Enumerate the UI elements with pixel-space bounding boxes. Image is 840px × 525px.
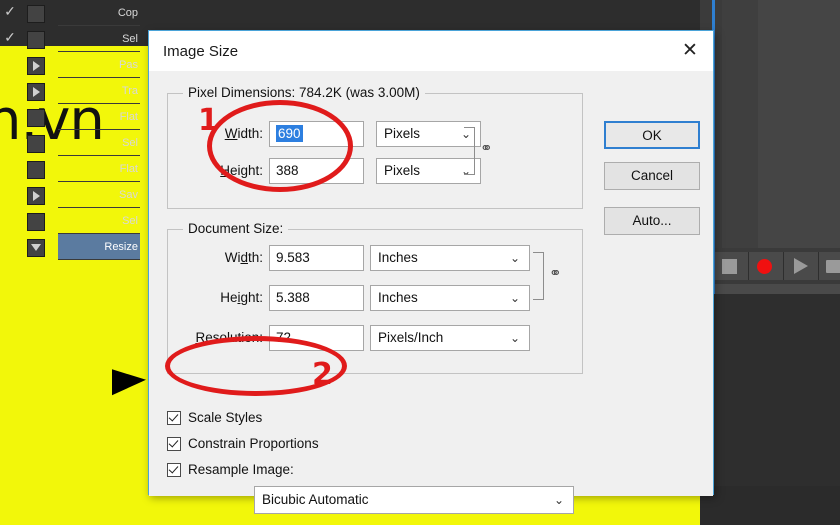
record-button[interactable]	[749, 252, 784, 280]
dialog-title: Image Size	[163, 43, 239, 60]
checkbox-icon	[167, 437, 181, 451]
action-toggle-check-0[interactable]: ✓	[3, 4, 17, 18]
chevron-down-icon: ⌄	[509, 291, 520, 305]
record-icon	[757, 259, 772, 274]
expand-arrow-icon[interactable]	[33, 87, 40, 97]
actions-dialog-column	[722, 0, 758, 260]
resample-image-label: Resample Image:	[188, 462, 294, 477]
scale-styles-label: Scale Styles	[188, 410, 263, 425]
pixel-height-unit-value: Pixels	[384, 163, 421, 178]
action-item-5[interactable]: Sel	[58, 130, 140, 156]
action-item-label: Sav	[119, 189, 138, 201]
action-item-label: Tra	[121, 85, 138, 97]
doc-height-input[interactable]: 5.388	[269, 285, 364, 311]
expand-arrow-icon[interactable]	[33, 191, 40, 201]
bracket-shape	[533, 252, 544, 300]
action-item-label: Cop	[117, 7, 138, 19]
auto-button[interactable]: Auto...	[604, 207, 700, 235]
collapse-arrow-icon[interactable]	[31, 244, 41, 251]
dialog-titlebar: Image Size ✕	[149, 31, 713, 71]
doc-width-unit-select[interactable]: Inches ⌄	[370, 245, 530, 271]
doc-width-input[interactable]: 9.583	[269, 245, 364, 271]
action-item-label: Sel	[122, 33, 138, 45]
stop-icon	[722, 259, 737, 274]
play-button[interactable]	[784, 252, 819, 280]
doc-width-label: Width:	[224, 250, 263, 265]
action-item-4[interactable]: Flat	[58, 104, 140, 130]
checkbox-icon	[167, 411, 181, 425]
annotation-marker-1: 1	[198, 103, 219, 138]
action-item-0[interactable]: Cop	[58, 0, 140, 26]
ok-button[interactable]: OK	[604, 121, 700, 149]
action-item-label: Flat	[119, 111, 138, 123]
action-item-8[interactable]: Sel	[58, 208, 140, 234]
doc-height-label: Height:	[220, 290, 263, 305]
action-dialog-toggle-0[interactable]	[27, 5, 45, 23]
chain-link-icon: ⚭	[480, 140, 493, 157]
action-item-1[interactable]: Sel	[58, 26, 140, 52]
action-item-2[interactable]: Pas	[58, 52, 140, 78]
cancel-button[interactable]: Cancel	[604, 162, 700, 190]
action-item-7[interactable]: Sav	[58, 182, 140, 208]
action-item-label: Sel	[122, 215, 138, 227]
action-item-label: Pas	[119, 59, 138, 71]
action-item-label: Flat	[119, 163, 138, 175]
resample-method-value: Bicubic Automatic	[262, 492, 369, 507]
action-item-6[interactable]: Flat	[58, 156, 140, 182]
chevron-down-icon: ⌄	[553, 493, 564, 507]
doc-height-unit-select[interactable]: Inches ⌄	[370, 285, 530, 311]
annotation-marker-2: 2	[312, 357, 333, 392]
action-dialog-toggle-8[interactable]	[27, 213, 45, 231]
action-dialog-toggle-5[interactable]	[27, 135, 45, 153]
chevron-down-icon: ⌄	[509, 251, 520, 265]
screen: n.vn ✓ ✓ CopSelPasTraFlatSelFlatSavSelRe…	[0, 0, 840, 525]
action-item-label: Sel	[122, 137, 138, 149]
action-item-label: Resize	[104, 241, 138, 253]
pixel-dimensions-legend: Pixel Dimensions: 784.2K (was 3.00M)	[183, 85, 425, 100]
doc-resolution-unit-select[interactable]: Pixels/Inch ⌄	[370, 325, 530, 351]
action-item-3[interactable]: Tra	[58, 78, 140, 104]
actions-panel-footer	[700, 248, 840, 284]
action-item-9[interactable]: Resize	[58, 234, 140, 260]
checkbox-icon	[167, 463, 181, 477]
document-size-legend: Document Size:	[183, 221, 289, 236]
stop-button[interactable]	[714, 252, 749, 280]
annotation-ellipse-1	[207, 100, 353, 192]
expand-arrow-icon[interactable]	[33, 61, 40, 71]
folder-icon	[826, 260, 840, 273]
action-dialog-toggle-6[interactable]	[27, 161, 45, 179]
new-set-button[interactable]	[819, 252, 840, 280]
chain-link-icon: ⚭	[549, 265, 562, 282]
action-dialog-toggle-1[interactable]	[27, 31, 45, 49]
doc-width-unit-value: Inches	[378, 250, 418, 265]
actions-panel	[700, 0, 840, 260]
bracket-shape	[464, 127, 475, 175]
pixel-width-unit-value: Pixels	[384, 126, 421, 141]
panel-empty-area	[700, 294, 840, 486]
close-icon[interactable]: ✕	[677, 40, 703, 62]
action-dialog-toggle-4[interactable]	[27, 109, 45, 127]
doc-height-unit-value: Inches	[378, 290, 418, 305]
action-toggle-check-1[interactable]: ✓	[3, 30, 17, 44]
chevron-down-icon: ⌄	[509, 331, 520, 345]
image-size-dialog: Image Size ✕ Pixel Dimensions: 784.2K (w…	[148, 30, 714, 514]
panel-divider-strip	[700, 284, 840, 294]
constrain-proportions-label: Constrain Proportions	[188, 436, 319, 451]
pointer-arrow-shape	[112, 366, 146, 396]
doc-resolution-unit-value: Pixels/Inch	[378, 330, 444, 345]
play-icon	[794, 258, 808, 274]
resample-method-select[interactable]: Bicubic Automatic ⌄	[254, 486, 574, 514]
